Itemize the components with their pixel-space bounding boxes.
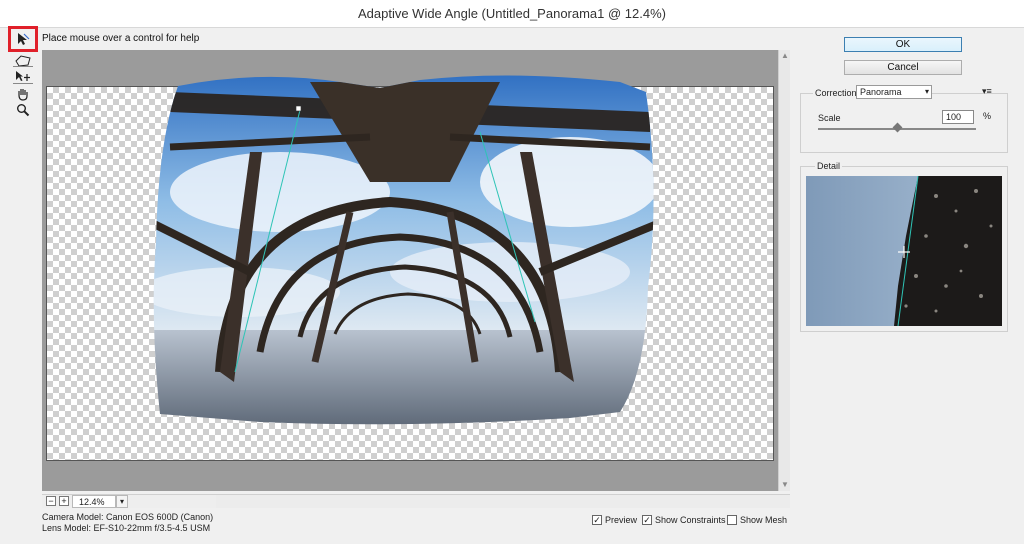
show-mesh-checkbox[interactable] (727, 515, 737, 525)
show-constraints-label: Show Constraints (655, 515, 726, 525)
scroll-down-arrow-icon[interactable]: ▼ (779, 479, 791, 491)
scale-input[interactable]: 100 (942, 110, 974, 124)
detail-magnified-view (806, 176, 1002, 326)
scale-unit: % (983, 111, 992, 121)
preview-checkbox[interactable]: ✓ (592, 515, 602, 525)
detail-label: Detail (815, 161, 843, 171)
hand-icon (18, 89, 28, 101)
scale-label: Scale (818, 113, 841, 123)
window-title: Adaptive Wide Angle (Untitled_Panorama1 … (0, 0, 1024, 28)
zoom-out-button[interactable]: − (46, 496, 56, 506)
cancel-button[interactable]: Cancel (844, 60, 962, 75)
zoom-level-field[interactable]: 12.4% (72, 495, 116, 508)
correction-selected-value: Panorama (860, 87, 902, 97)
camera-model: Camera Model: Canon EOS 600D (Canon) (42, 512, 214, 522)
scroll-up-arrow-icon[interactable]: ▲ (779, 50, 791, 62)
help-hint: Place mouse over a control for help (42, 33, 200, 44)
preview-option[interactable]: ✓ Preview (592, 515, 637, 525)
chevron-down-icon: ▾ (924, 87, 929, 96)
zoom-in-button[interactable]: + (59, 496, 69, 506)
correction-select[interactable]: Panorama ▾ (856, 85, 932, 99)
zoom-icon (17, 104, 30, 117)
preview-canvas[interactable] (42, 50, 778, 491)
panorama-preview-image (153, 75, 654, 425)
move-icon (16, 71, 30, 81)
show-mesh-option[interactable]: Show Mesh (727, 515, 787, 525)
canvas-horizontal-scrollbar[interactable] (216, 495, 790, 508)
zoom-tool-button[interactable] (12, 101, 34, 119)
tool-strip (8, 26, 38, 120)
ok-button[interactable]: OK (844, 37, 962, 52)
zoom-dropdown-chevron-icon[interactable]: ▾ (116, 495, 128, 508)
panel-menu-icon[interactable]: ▾≡ (982, 86, 992, 97)
correction-panel: Correction: (800, 88, 1008, 153)
show-constraints-checkbox[interactable]: ✓ (642, 515, 652, 525)
lens-model: Lens Model: EF-S10-22mm f/3.5-4.5 USM (42, 523, 211, 533)
constraint-arrow-icon (18, 33, 30, 45)
preview-label: Preview (605, 515, 638, 525)
tool-divider (13, 66, 33, 67)
canvas-vertical-scrollbar[interactable]: ▲ ▼ (778, 50, 790, 491)
tool-divider (13, 83, 33, 84)
zoom-bar: − + 12.4% ▾ (42, 494, 790, 508)
show-constraints-option[interactable]: ✓ Show Constraints (642, 515, 726, 525)
correction-label: Correction: (813, 88, 862, 98)
show-mesh-label: Show Mesh (740, 515, 788, 525)
constraint-tool-button[interactable] (8, 26, 38, 52)
